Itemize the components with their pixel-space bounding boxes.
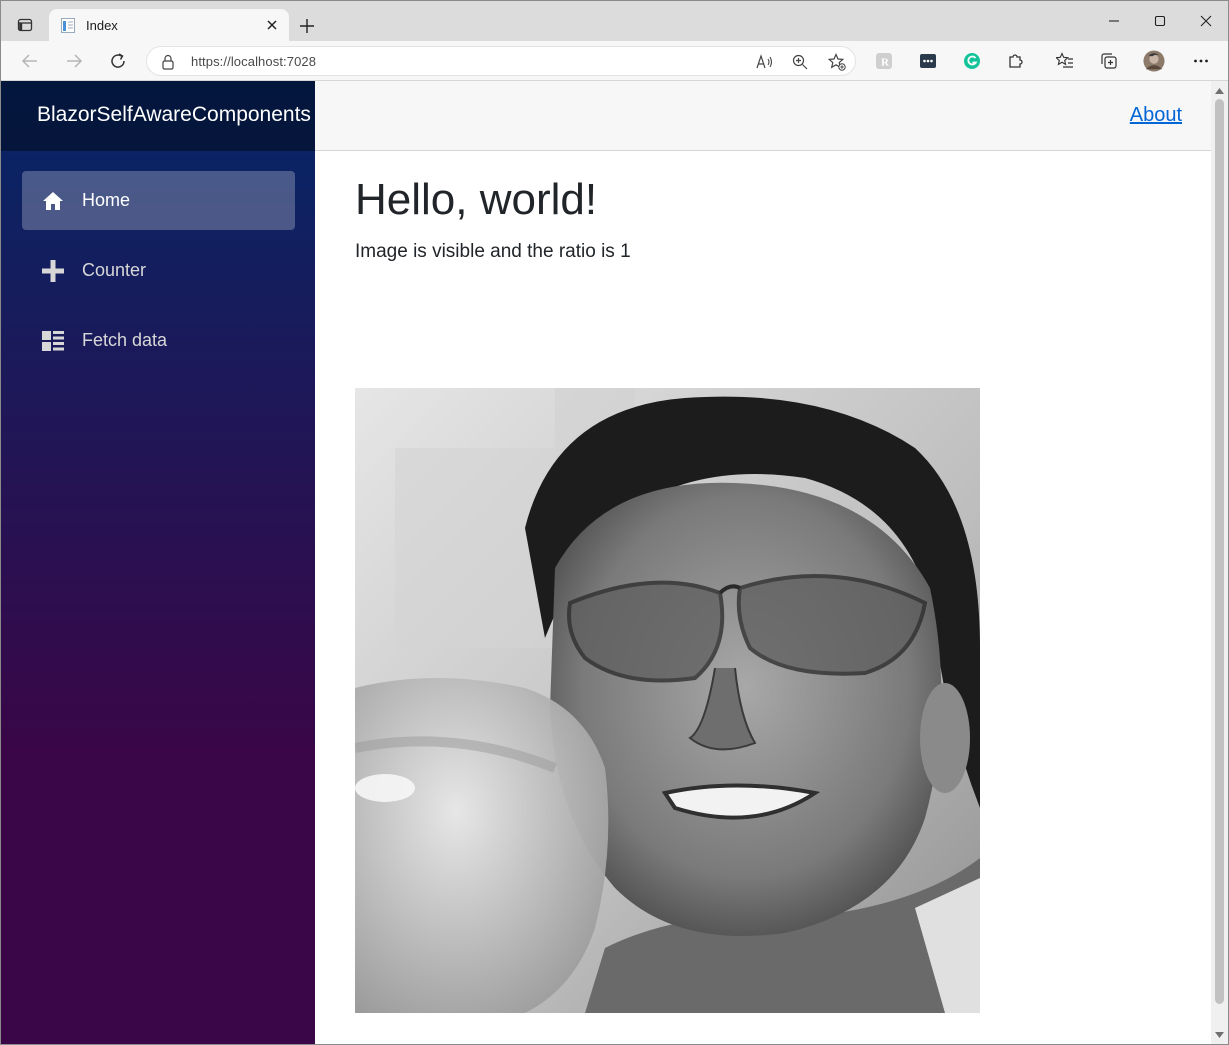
main-content: Hello, world! Image is visible and the r… bbox=[315, 151, 1211, 1044]
sidebar: BlazorSelfAwareComponents Home Counter F… bbox=[1, 81, 315, 1044]
brand-link[interactable]: BlazorSelfAwareComponents bbox=[37, 103, 311, 127]
visibility-status-text: Image is visible and the ratio is 1 bbox=[355, 241, 631, 262]
home-icon bbox=[42, 190, 64, 212]
about-link[interactable]: About bbox=[1130, 104, 1182, 127]
zoom-icon[interactable] bbox=[790, 52, 810, 72]
nav-item-counter[interactable]: Counter bbox=[22, 241, 295, 300]
scroll-down-icon[interactable] bbox=[1214, 1029, 1225, 1040]
extension-r-icon[interactable]: R bbox=[873, 50, 895, 72]
profile-avatar-icon[interactable] bbox=[1143, 50, 1165, 72]
more-options-icon[interactable] bbox=[1190, 50, 1212, 72]
read-aloud-icon[interactable] bbox=[755, 52, 775, 72]
page-viewport: BlazorSelfAwareComponents Home Counter F… bbox=[1, 81, 1228, 1044]
tab-actions-icon[interactable] bbox=[13, 13, 37, 37]
page-favicon-icon bbox=[61, 18, 75, 33]
scroll-up-icon[interactable] bbox=[1214, 85, 1225, 96]
list-rich-icon bbox=[42, 330, 64, 352]
nav-item-home[interactable]: Home bbox=[22, 171, 295, 230]
url-text[interactable]: https://localhost:7028 bbox=[191, 54, 316, 69]
close-tab-icon[interactable] bbox=[264, 17, 280, 33]
collections-icon[interactable] bbox=[1098, 50, 1120, 72]
top-row: About bbox=[315, 81, 1211, 151]
browser-toolbar: https://localhost:7028 R bbox=[1, 41, 1228, 81]
tab-strip: Index bbox=[1, 1, 1228, 41]
new-tab-icon[interactable] bbox=[297, 16, 317, 36]
nav-item-fetch-data[interactable]: Fetch data bbox=[22, 311, 295, 370]
nav-label-fetch-data: Fetch data bbox=[82, 330, 168, 350]
plus-icon bbox=[42, 260, 64, 282]
minimize-icon[interactable] bbox=[1104, 11, 1124, 31]
nav-label-counter: Counter bbox=[82, 260, 147, 280]
portrait-photo bbox=[355, 388, 980, 1013]
refresh-icon[interactable] bbox=[107, 50, 129, 72]
address-bar[interactable]: https://localhost:7028 bbox=[146, 46, 856, 76]
svg-text:R: R bbox=[881, 57, 890, 69]
browser-window: Index https://localhost:7028 R BlazorSel… bbox=[0, 0, 1229, 1045]
grammarly-icon[interactable] bbox=[961, 50, 983, 72]
brand-bar: BlazorSelfAwareComponents bbox=[1, 81, 315, 151]
add-favorite-icon[interactable] bbox=[827, 52, 847, 72]
close-window-icon[interactable] bbox=[1196, 11, 1216, 31]
favorites-icon[interactable] bbox=[1054, 50, 1076, 72]
forward-arrow-icon[interactable] bbox=[63, 50, 85, 72]
scrollbar-thumb[interactable] bbox=[1215, 99, 1224, 1004]
password-manager-icon[interactable] bbox=[917, 50, 939, 72]
tab-title: Index bbox=[86, 18, 118, 33]
vertical-scrollbar[interactable] bbox=[1211, 81, 1228, 1044]
page-heading: Hello, world! bbox=[355, 175, 598, 224]
nav-label-home: Home bbox=[82, 190, 131, 210]
browser-tab[interactable]: Index bbox=[49, 9, 289, 41]
extensions-puzzle-icon[interactable] bbox=[1005, 50, 1027, 72]
back-arrow-icon[interactable] bbox=[19, 50, 41, 72]
maximize-icon[interactable] bbox=[1150, 11, 1170, 31]
lock-icon[interactable] bbox=[161, 54, 175, 70]
